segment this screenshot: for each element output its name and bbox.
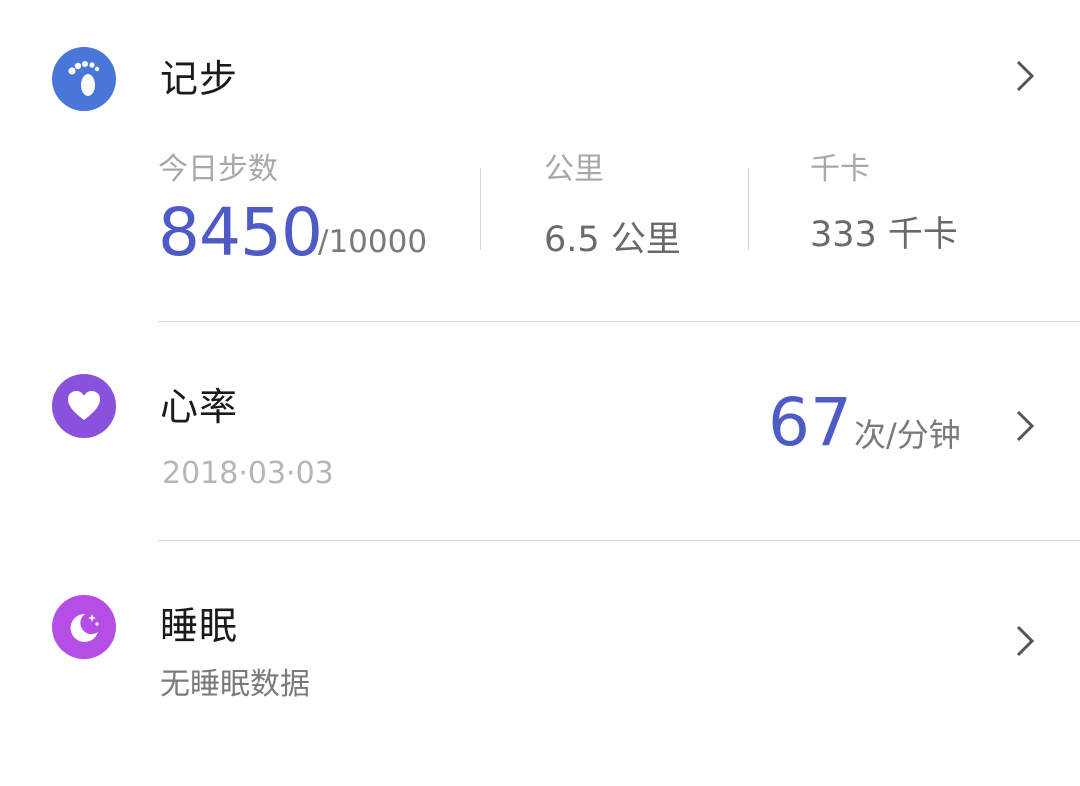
chevron-right-icon[interactable] — [1014, 408, 1036, 444]
distance-label: 公里 — [544, 152, 604, 187]
footprint-icon — [52, 47, 116, 111]
steps-card[interactable]: 记步 今日步数 8450 /10000 公里 6.5 公里 千卡 333 千卡 — [0, 0, 1080, 322]
sleep-card[interactable]: 睡眠 无睡眠数据 — [0, 541, 1080, 786]
calories-value: 333 千卡 — [810, 215, 958, 255]
today-steps-label: 今日步数 — [158, 152, 278, 187]
divider-vertical — [480, 168, 481, 250]
heart-rate-value: 67 — [768, 384, 852, 461]
chevron-right-icon[interactable] — [1014, 58, 1036, 94]
calories-label: 千卡 — [810, 152, 870, 187]
heart-icon — [52, 374, 116, 438]
today-steps-value: 8450 — [158, 194, 323, 271]
heart-rate-unit: 次/分钟 — [854, 416, 961, 454]
divider-vertical — [748, 168, 749, 250]
moon-icon — [52, 595, 116, 659]
heart-rate-card[interactable]: 心率 2018·03·03 67 次/分钟 — [0, 322, 1080, 540]
steps-title: 记步 — [160, 57, 239, 101]
heart-rate-date: 2018·03·03 — [162, 456, 334, 491]
distance-value: 6.5 公里 — [544, 220, 681, 260]
heart-rate-title: 心率 — [160, 385, 239, 429]
chevron-right-icon[interactable] — [1014, 623, 1036, 659]
sleep-title: 睡眠 — [160, 604, 239, 648]
sleep-status: 无睡眠数据 — [160, 667, 310, 702]
steps-goal: /10000 — [318, 224, 428, 260]
